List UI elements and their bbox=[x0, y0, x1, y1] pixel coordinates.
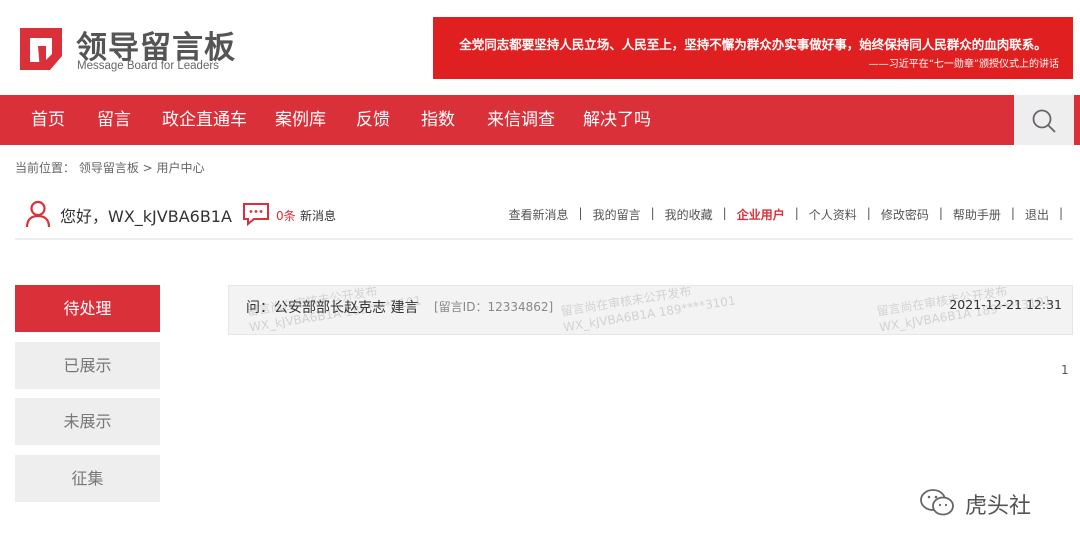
link-separator: | bbox=[866, 206, 871, 220]
user-links: 查看新消息 | 我的留言 | 我的收藏 | 企业用户 | 个人资料 | 修改密码 | 帮助手… bbox=[509, 206, 1074, 223]
nav-item-message[interactable]: 留言 bbox=[97, 95, 131, 145]
message-title[interactable]: 问：公安部部长赵克志 建言 bbox=[246, 297, 418, 317]
link-separator: | bbox=[1058, 206, 1063, 220]
publisher-signature: 虎头社 bbox=[918, 483, 1058, 523]
link-separator: | bbox=[722, 206, 727, 220]
logo-mark-icon bbox=[20, 28, 62, 70]
page-number[interactable]: 1 bbox=[1061, 363, 1069, 377]
link-profile[interactable]: 个人资料 bbox=[809, 206, 857, 223]
link-separator: | bbox=[578, 206, 583, 220]
search-button[interactable] bbox=[1014, 95, 1074, 145]
link-my-favorites[interactable]: 我的收藏 bbox=[665, 206, 713, 223]
link-separator: | bbox=[1010, 206, 1015, 220]
message-id: [留言ID：12334862] bbox=[434, 300, 554, 314]
site-header: 领导留言板 Message Board for Leaders 全党同志都要坚持… bbox=[0, 0, 1080, 95]
banner-source: ——习近平在“七一勋章”颁授仪式上的讲话 bbox=[868, 59, 1059, 70]
quote-banner: 全党同志都要坚持人民立场、人民至上，坚持不懈为群众办实事做好事，始终保持同人民群… bbox=[433, 17, 1073, 79]
breadcrumb: 当前位置： 领导留言板 > 用户中心 bbox=[15, 161, 205, 175]
signature-text: 虎头社 bbox=[965, 494, 1032, 519]
nav-item-enterprise[interactable]: 政企直通车 bbox=[162, 95, 247, 145]
nav-item-cases[interactable]: 案例库 bbox=[275, 95, 326, 145]
sidebar-item-collection[interactable]: 征集 bbox=[15, 455, 160, 502]
link-separator: | bbox=[650, 206, 655, 220]
message-row[interactable]: 留言尚在审核未公开发布 WX_kJVBA6B1A 189****3101 留言尚… bbox=[228, 285, 1073, 335]
site-logo[interactable]: 领导留言板 Message Board for Leaders bbox=[16, 20, 256, 76]
link-my-messages[interactable]: 我的留言 bbox=[593, 206, 641, 223]
nav-item-resolved[interactable]: 解决了吗 bbox=[583, 95, 651, 145]
nav-item-feedback[interactable]: 反馈 bbox=[356, 95, 390, 145]
banner-quote: 全党同志都要坚持人民立场、人民至上，坚持不懈为群众办实事做好事，始终保持同人民群… bbox=[459, 37, 1047, 52]
link-separator: | bbox=[794, 206, 799, 220]
sidebar-item-not-displayed[interactable]: 未展示 bbox=[15, 398, 160, 445]
wechat-icon bbox=[920, 489, 954, 516]
user-greeting: 您好，WX_kJVBA6B1A bbox=[60, 207, 232, 226]
message-icon[interactable] bbox=[242, 202, 270, 226]
message-time: 2021-12-21 12:31 bbox=[949, 297, 1062, 312]
review-watermark: 留言尚在审核未公开发布 WX_kJVBA6B1A 189****3101 bbox=[559, 285, 737, 335]
link-enterprise-user[interactable]: 企业用户 bbox=[737, 206, 785, 223]
sidebar-item-displayed[interactable]: 已展示 bbox=[15, 342, 160, 389]
link-logout[interactable]: 退出 bbox=[1025, 206, 1049, 223]
sidebar-item-pending[interactable]: 待处理 bbox=[15, 285, 160, 332]
main-nav: 首页 留言 政企直通车 案例库 反馈 指数 来信调查 解决了吗 bbox=[0, 95, 1080, 145]
link-change-password[interactable]: 修改密码 bbox=[881, 206, 929, 223]
watermark-user: WX_kJVBA6B1A 189****3101 bbox=[562, 293, 737, 335]
search-icon bbox=[1032, 109, 1056, 133]
nav-item-home[interactable]: 首页 bbox=[31, 95, 65, 145]
nav-item-survey[interactable]: 来信调查 bbox=[487, 95, 555, 145]
user-bar: 您好，WX_kJVBA6B1A 0条 新消息 查看新消息 | 我的留言 | 我的收藏… bbox=[15, 190, 1073, 240]
user-icon bbox=[25, 200, 51, 228]
logo-subtitle: Message Board for Leaders bbox=[77, 60, 219, 72]
link-separator: | bbox=[938, 206, 943, 220]
watermark-status: 留言尚在审核未公开发布 bbox=[559, 285, 693, 319]
nav-item-index[interactable]: 指数 bbox=[421, 95, 455, 145]
new-message-count[interactable]: 0条 bbox=[276, 207, 296, 224]
link-view-new-messages[interactable]: 查看新消息 bbox=[509, 206, 569, 223]
link-help[interactable]: 帮助手册 bbox=[953, 206, 1001, 223]
new-message-label[interactable]: 新消息 bbox=[300, 207, 336, 224]
